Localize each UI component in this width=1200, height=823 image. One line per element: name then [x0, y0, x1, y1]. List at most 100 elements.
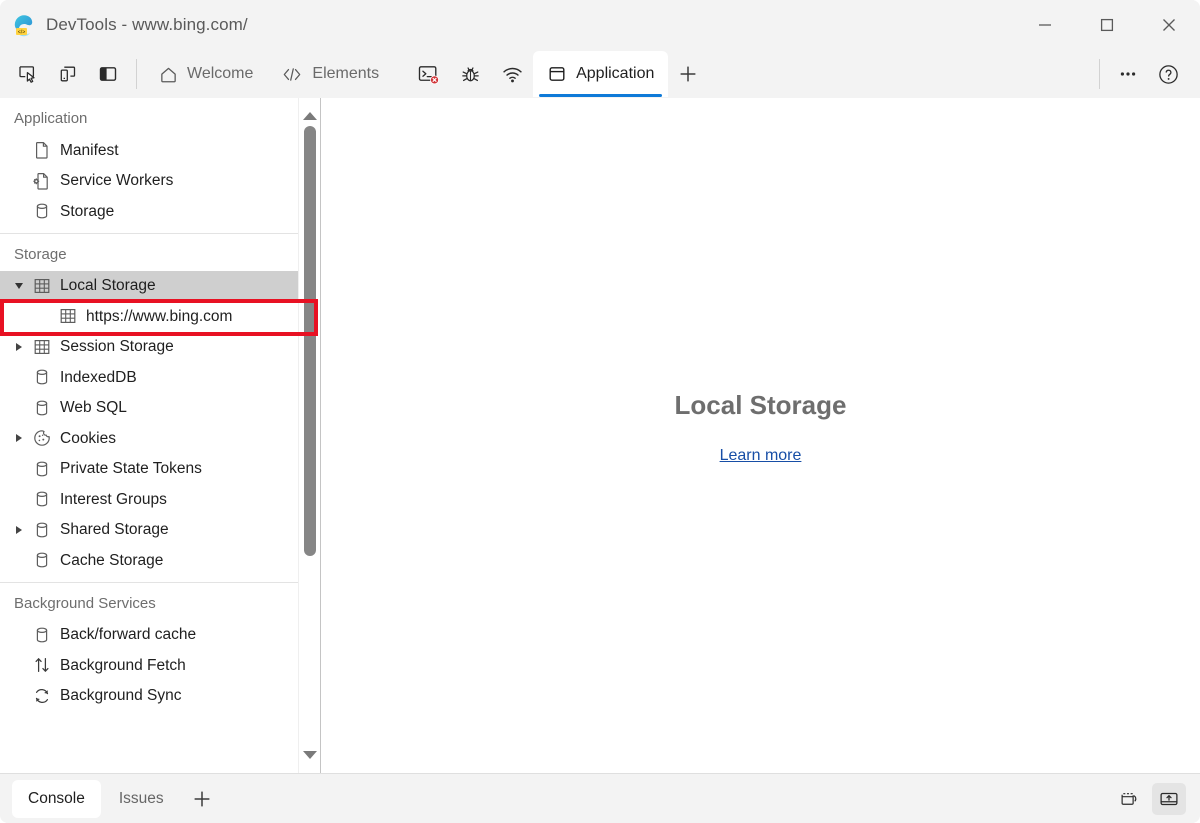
sidebar-item-private-state-tokens[interactable]: Private State Tokens — [0, 454, 298, 485]
arrows-up-down-icon — [30, 653, 54, 677]
inspect-element-button[interactable] — [8, 54, 48, 94]
title-bar: </> DevTools - www.bing.com/ — [0, 0, 1200, 50]
document-gear-icon — [30, 169, 54, 193]
dock-bottom-button[interactable] — [1152, 783, 1186, 815]
scroll-down-arrow-icon[interactable] — [299, 744, 320, 766]
twisty-spacer — [8, 484, 30, 514]
sidebar-item-background-fetch-label: Background Fetch — [60, 658, 186, 674]
tab-network[interactable] — [491, 52, 533, 96]
devtools-body: ApplicationManifestService Workers Storag… — [0, 98, 1200, 773]
sidebar-item-private-state-tokens-label: Private State Tokens — [60, 461, 202, 477]
sidebar-item-manifest[interactable]: Manifest — [0, 135, 298, 166]
tab-welcome-label: Welcome — [187, 65, 253, 83]
table-grid-icon — [56, 304, 80, 328]
database-icon — [30, 365, 54, 389]
sidebar-item-back-forward-cache[interactable]: Back/forward cache — [0, 620, 298, 651]
minimize-button[interactable] — [1014, 0, 1076, 50]
devtools-window: </> DevTools - www.bing.com/ — [0, 0, 1200, 823]
database-icon — [30, 396, 54, 420]
maximize-button[interactable] — [1076, 0, 1138, 50]
twisty-expanded-icon[interactable] — [8, 271, 30, 301]
tab-sources[interactable] — [449, 52, 491, 96]
twisty-collapsed-icon[interactable] — [8, 515, 30, 545]
twisty-spacer — [8, 650, 30, 680]
application-sidebar: ApplicationManifestService Workers Storag… — [0, 98, 320, 773]
sidebar-item-interest-groups-label: Interest Groups — [60, 492, 167, 508]
toolbar-divider — [136, 59, 137, 89]
section-title-background-services: Background Services — [0, 583, 298, 620]
sidebar-item-shared-storage[interactable]: Shared Storage — [0, 515, 298, 546]
database-icon — [30, 623, 54, 647]
sidebar-item-cache-storage[interactable]: Cache Storage — [0, 545, 298, 576]
twisty-spacer — [8, 620, 30, 650]
drawer-tab-issues-label: Issues — [119, 790, 164, 808]
sidebar-scrollbar[interactable] — [298, 98, 320, 773]
more-tools-button[interactable] — [668, 54, 708, 94]
twisty-spacer — [8, 166, 30, 196]
sync-circular-icon — [30, 684, 54, 708]
database-icon — [30, 457, 54, 481]
sidebar-scroll-area: ApplicationManifestService Workers Storag… — [0, 98, 320, 773]
sidebar-item-local-storage[interactable]: Local Storage — [0, 271, 298, 302]
sidebar-item-service-workers[interactable]: Service Workers — [0, 166, 298, 197]
code-brackets-icon — [281, 65, 303, 84]
twisty-spacer — [34, 301, 56, 331]
tab-application-label: Application — [576, 65, 654, 83]
sidebar-item-indexeddb[interactable]: IndexedDB — [0, 362, 298, 393]
sidebar-item-cookies[interactable]: Cookies — [0, 423, 298, 454]
more-options-button[interactable] — [1108, 54, 1148, 94]
twisty-spacer — [8, 135, 30, 165]
twisty-spacer — [8, 454, 30, 484]
twisty-collapsed-icon[interactable] — [8, 332, 30, 362]
sidebar-item-background-fetch[interactable]: Background Fetch — [0, 650, 298, 681]
tab-console[interactable] — [407, 52, 449, 96]
table-grid-icon — [30, 274, 54, 298]
drawer-tab-console[interactable]: Console — [12, 780, 101, 818]
restore-drawer-button[interactable] — [1112, 783, 1146, 815]
toolbar-right-actions — [1091, 50, 1200, 98]
twisty-spacer — [8, 545, 30, 575]
sidebar-item-web-sql[interactable]: Web SQL — [0, 393, 298, 424]
device-emulation-button[interactable] — [48, 54, 88, 94]
document-icon — [30, 138, 54, 162]
twisty-spacer — [8, 196, 30, 226]
sidebar-item-web-sql-label: Web SQL — [60, 400, 127, 416]
learn-more-link[interactable]: Learn more — [720, 447, 802, 465]
application-window-icon — [547, 64, 567, 84]
edge-devtools-logo-icon: </> — [12, 13, 36, 37]
svg-text:</>: </> — [18, 30, 26, 36]
drawer-toolbar: Console Issues — [0, 773, 1200, 823]
section-title-storage: Storage — [0, 234, 298, 271]
help-button[interactable] — [1148, 54, 1188, 94]
sidebar-item-interest-groups[interactable]: Interest Groups — [0, 484, 298, 515]
home-icon — [159, 65, 178, 84]
scrollbar-thumb[interactable] — [304, 126, 316, 556]
sidebar-item-storage-label: Storage — [60, 204, 114, 220]
sidebar-item-local-storage-origin[interactable]: https://www.bing.com — [0, 301, 298, 332]
window-title: DevTools - www.bing.com/ — [46, 15, 248, 35]
tab-elements[interactable]: Elements — [267, 51, 393, 97]
sidebar-item-background-sync-label: Background Sync — [60, 688, 182, 704]
dock-side-button[interactable] — [88, 54, 128, 94]
twisty-spacer — [8, 362, 30, 392]
sidebar-item-storage[interactable]: Storage — [0, 196, 298, 227]
window-controls — [1014, 0, 1200, 50]
tab-elements-label: Elements — [312, 65, 379, 83]
twisty-spacer — [8, 393, 30, 423]
twisty-collapsed-icon[interactable] — [8, 423, 30, 453]
main-content-panel: Local Storage Learn more — [321, 98, 1200, 773]
drawer-tab-console-label: Console — [28, 790, 85, 808]
close-button[interactable] — [1138, 0, 1200, 50]
empty-state-title: Local Storage — [321, 390, 1200, 421]
sidebar-item-background-sync[interactable]: Background Sync — [0, 681, 298, 712]
drawer-more-tools-button[interactable] — [182, 779, 222, 819]
sidebar-item-back-forward-cache-label: Back/forward cache — [60, 627, 196, 643]
section-title-application: Application — [0, 98, 298, 135]
scroll-up-arrow-icon[interactable] — [299, 105, 320, 127]
sidebar-item-session-storage[interactable]: Session Storage — [0, 332, 298, 363]
drawer-right-actions — [1112, 783, 1200, 815]
tab-welcome[interactable]: Welcome — [145, 51, 267, 97]
sidebar-item-cache-storage-label: Cache Storage — [60, 553, 163, 569]
tab-application[interactable]: Application — [533, 51, 668, 97]
drawer-tab-issues[interactable]: Issues — [103, 780, 180, 818]
